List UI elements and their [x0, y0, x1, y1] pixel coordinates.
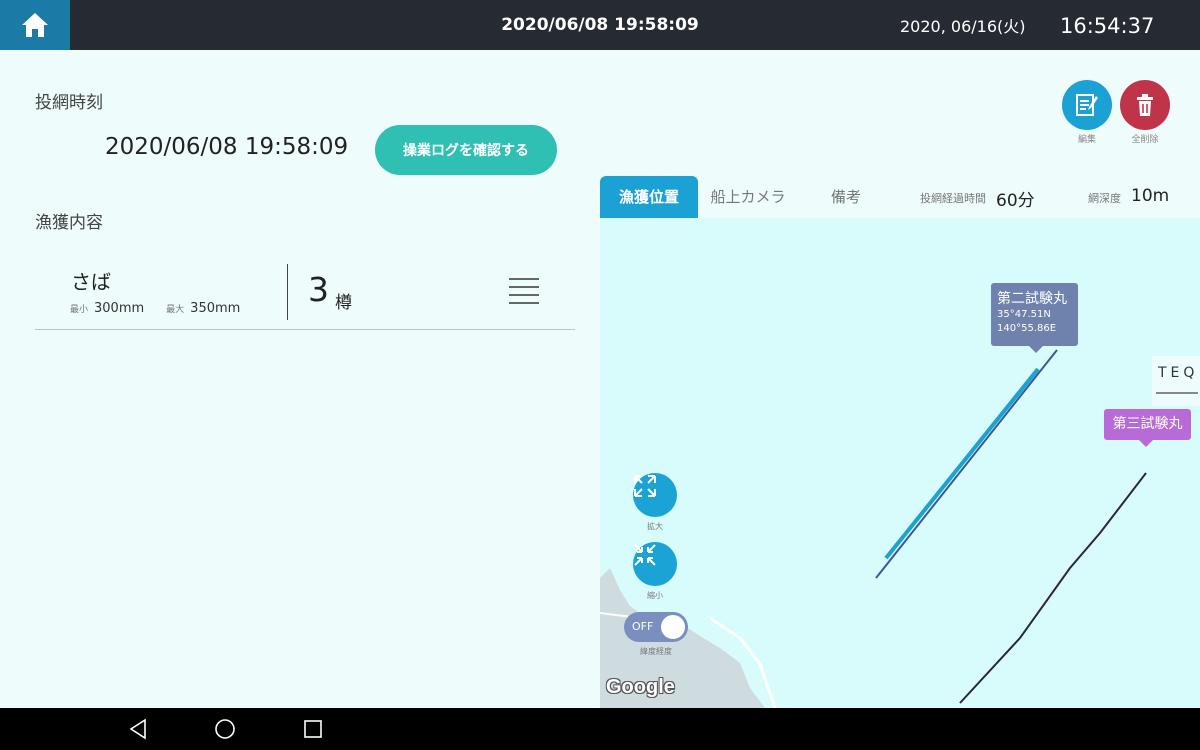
- latlon-toggle[interactable]: OFF: [624, 612, 688, 642]
- vessel1-net-track: [884, 367, 1040, 560]
- delete-caption: 全削除: [1131, 135, 1159, 145]
- back-icon[interactable]: [126, 717, 150, 741]
- system-nav-bar: [0, 708, 1200, 750]
- edit-circle: [1062, 80, 1112, 130]
- map-logo-fragment: TEQ: [1152, 356, 1200, 406]
- hamburger-menu-icon[interactable]: [509, 278, 539, 306]
- home-button[interactable]: [0, 0, 70, 50]
- edit-caption: 編集: [1077, 135, 1096, 145]
- vessel2-callout[interactable]: 第三試験丸: [1104, 409, 1191, 447]
- zoom-in-caption: 拡大: [647, 522, 663, 531]
- google-logo: Google: [606, 676, 675, 698]
- toggle-knob: [661, 615, 685, 639]
- tab-notes[interactable]: 備考: [812, 176, 880, 218]
- elapsed-label: 投網経過時間: [920, 192, 986, 205]
- delete-circle: [1120, 80, 1170, 130]
- max-size-label: 最大: [166, 305, 185, 315]
- edit-button[interactable]: 編集: [1062, 80, 1112, 145]
- row-divider: [287, 264, 288, 320]
- map-view[interactable]: 第二試験丸 35°47.51N 140°55.86E 第三試験丸 TEQ 拡大 …: [600, 218, 1200, 708]
- catch-unit: 樽: [335, 293, 352, 313]
- depth-label: 網深度: [1088, 192, 1121, 205]
- size-range: 最小 300mm 最大 350mm: [70, 301, 240, 316]
- compress-icon: [634, 544, 656, 566]
- vessel1-callout[interactable]: 第二試験丸 35°47.51N 140°55.86E: [991, 283, 1078, 353]
- catch-label: 漁獲内容: [35, 213, 103, 233]
- elapsed-value: 60分: [996, 191, 1035, 211]
- zoom-in-circle: [633, 473, 677, 517]
- current-clock: 16:54:37: [1060, 14, 1155, 38]
- view-log-button[interactable]: 操業ログを確認する: [375, 125, 557, 175]
- zoom-out-button[interactable]: 縮小: [632, 542, 678, 601]
- cast-time-value: 2020/06/08 19:58:09: [105, 134, 349, 160]
- header-title: 2020/06/08 19:58:09: [501, 15, 699, 35]
- current-date: 2020, 06/16(火): [900, 17, 1026, 36]
- vessel1-lat: 35°47.51N: [997, 309, 1051, 320]
- delete-all-button[interactable]: 全削除: [1120, 80, 1170, 145]
- catch-count: 3: [308, 270, 329, 309]
- catch-row[interactable]: さば 最小 300mm 最大 350mm 3 樽: [35, 258, 575, 330]
- home-icon: [22, 13, 48, 37]
- min-size: 300mm: [94, 301, 145, 316]
- zoom-out-caption: 縮小: [647, 591, 663, 600]
- fish-name: さば: [71, 270, 111, 294]
- depth-value: 10m: [1131, 186, 1170, 206]
- top-bar: 2020/06/08 19:58:09 2020, 06/16(火) 16:54…: [0, 0, 1200, 50]
- vessel1-track: [875, 349, 1058, 579]
- zoom-out-circle: [633, 542, 677, 586]
- vessel1-lon: 140°55.86E: [997, 323, 1057, 334]
- recents-icon[interactable]: [301, 717, 325, 741]
- latlon-toggle-label: 緯度経度: [640, 647, 672, 656]
- vessel2-track: [959, 472, 1147, 704]
- toggle-state: OFF: [632, 620, 654, 633]
- edit-note-icon: [1076, 94, 1098, 116]
- vessel1-name: 第二試験丸: [997, 291, 1067, 307]
- expand-icon: [634, 475, 656, 497]
- tab-onboard-camera[interactable]: 船上カメラ: [702, 176, 794, 218]
- zoom-in-button[interactable]: 拡大: [632, 473, 678, 532]
- trash-icon: [1137, 94, 1153, 116]
- home-nav-icon[interactable]: [213, 717, 237, 741]
- min-size-label: 最小: [70, 305, 89, 315]
- map-canvas: [600, 349, 1147, 708]
- map-logo-text: TEQ: [1158, 365, 1199, 381]
- tab-catch-location[interactable]: 漁獲位置: [600, 176, 698, 218]
- cast-time-label: 投網時刻: [35, 93, 103, 113]
- max-size: 350mm: [190, 301, 241, 316]
